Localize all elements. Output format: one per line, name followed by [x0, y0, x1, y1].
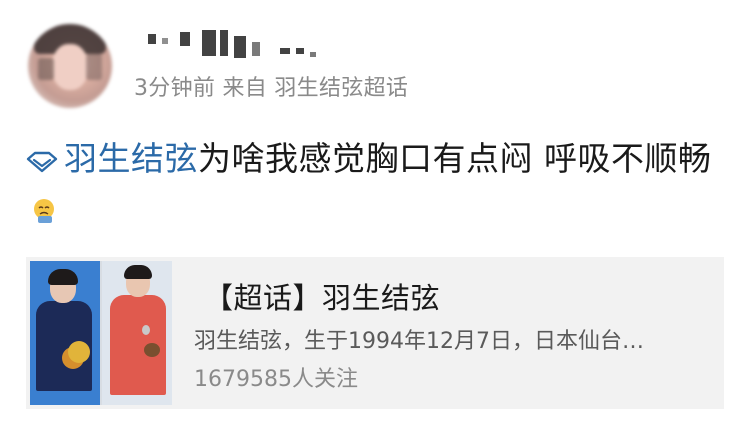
user-avatar[interactable] — [28, 24, 112, 108]
card-description: 羽生结弦，生于1994年12月7日，日本仙台… — [194, 329, 644, 354]
topic-link[interactable]: 羽生结弦 — [64, 139, 198, 178]
post-meta: 3分钟前 来自 羽生结弦超话 — [134, 76, 409, 101]
username-redacted[interactable] — [140, 28, 340, 68]
super-topic-diamond-icon — [26, 151, 58, 173]
card-title: 【超话】羽生结弦 — [204, 281, 441, 315]
post-content: 羽生结弦为啥我感觉胸口有点闷 呼吸不顺畅 — [26, 134, 726, 234]
post-text: 为啥我感觉胸口有点闷 呼吸不顺畅 — [198, 139, 712, 178]
weibo-post: 3分钟前 来自 羽生结弦超话 羽生结弦为啥我感觉胸口有点闷 呼吸不顺畅 【超话】… — [0, 0, 750, 423]
card-followers: 1679585人关注 — [194, 367, 358, 392]
emoji-sad-face-icon — [34, 199, 54, 223]
super-topic-card[interactable]: 【超话】羽生结弦 羽生结弦，生于1994年12月7日，日本仙台… 1679585… — [26, 257, 724, 409]
card-thumbnail — [30, 261, 172, 405]
